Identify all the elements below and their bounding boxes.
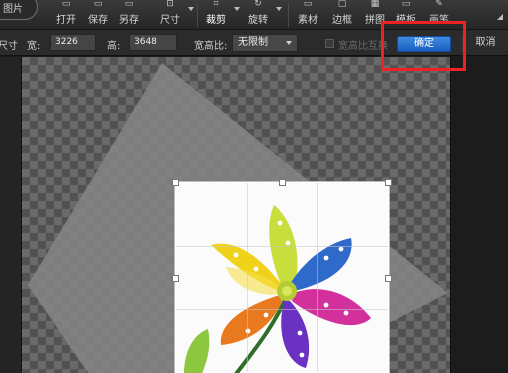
swap-ratio-checkbox[interactable] bbox=[325, 39, 334, 48]
ratio-label: 宽高比: bbox=[194, 41, 228, 52]
crop-selection[interactable] bbox=[172, 179, 392, 373]
material-icon: ▭ bbox=[303, 0, 313, 9]
save-as-icon: ▭ bbox=[124, 0, 134, 9]
save-as-label: 另存 bbox=[119, 15, 139, 26]
open-label: 打开 bbox=[56, 15, 76, 26]
confirm-button[interactable]: 确定 bbox=[397, 36, 451, 52]
rotate-icon: ↻ bbox=[254, 0, 262, 9]
swap-ratio-label: 宽高比互换 bbox=[338, 41, 388, 52]
template-button[interactable]: ▭ 模板 bbox=[393, 0, 419, 30]
resize-icon: ⊡ bbox=[166, 0, 174, 9]
canvas-workspace bbox=[0, 57, 508, 373]
brush-icon: ✎ bbox=[435, 0, 443, 9]
width-label: 宽: bbox=[27, 41, 41, 52]
rotate-label: 旋转 bbox=[248, 15, 268, 26]
save-button[interactable]: ▭ 保存 bbox=[85, 0, 111, 30]
app-menu-button[interactable]: 图片 bbox=[0, 0, 38, 20]
collage-icon: ▦ bbox=[370, 0, 380, 9]
brush-label: 画笔 bbox=[429, 15, 449, 26]
save-icon: ▭ bbox=[93, 0, 103, 9]
ratio-select[interactable]: 无限制 bbox=[232, 34, 298, 52]
collage-label: 拼图 bbox=[365, 15, 385, 26]
ratio-value: 无限制 bbox=[238, 37, 268, 48]
toolbar-divider bbox=[288, 3, 289, 27]
cancel-button[interactable]: 取消 bbox=[462, 36, 508, 52]
border-button[interactable]: ▢ 边框 bbox=[329, 0, 355, 30]
crop-button[interactable]: ⌗ 裁剪 bbox=[201, 0, 231, 30]
crop-dropdown-caret-icon[interactable] bbox=[234, 7, 240, 11]
right-panel bbox=[450, 57, 508, 373]
rotate-button[interactable]: ↻ 旋转 bbox=[245, 0, 271, 30]
crop-grid-line bbox=[176, 308, 388, 310]
material-label: 素材 bbox=[298, 15, 318, 26]
border-label: 边框 bbox=[332, 15, 352, 26]
toolbar-more-icon[interactable] bbox=[497, 14, 503, 20]
crop-grid-line bbox=[176, 245, 388, 247]
width-input[interactable]: 3226 bbox=[50, 34, 96, 51]
size-label: 尺寸 bbox=[0, 41, 18, 52]
collage-button[interactable]: ▦ 拼图 bbox=[362, 0, 388, 30]
open-button[interactable]: ▭ 打开 bbox=[53, 0, 79, 30]
crop-options-bar: 尺寸 宽: 3226 高: 3648 宽高比: 无限制 宽高比互换 确定 取消 bbox=[0, 30, 508, 56]
save-label: 保存 bbox=[88, 15, 108, 26]
resize-button[interactable]: ⊡ 尺寸 bbox=[157, 0, 183, 30]
toolbar-divider bbox=[197, 3, 198, 27]
height-label: 高: bbox=[107, 41, 121, 52]
rotate-dropdown-caret-icon[interactable] bbox=[276, 7, 282, 11]
crop-grid-line bbox=[246, 183, 248, 372]
crop-handle-right[interactable] bbox=[385, 275, 392, 282]
border-icon: ▢ bbox=[337, 0, 347, 9]
main-toolbar: 图片 ▭ 打开 ▭ 保存 ▭ 另存 ⊡ 尺寸 ⌗ 裁剪 ↻ 旋转 ▭ 素材 ▢ … bbox=[0, 0, 508, 30]
crop-label: 裁剪 bbox=[206, 15, 226, 26]
crop-icon: ⌗ bbox=[213, 0, 219, 9]
resize-dropdown-caret-icon[interactable] bbox=[188, 7, 194, 11]
crop-grid-line bbox=[317, 183, 319, 372]
pinwheel-image bbox=[184, 205, 371, 373]
template-icon: ▭ bbox=[401, 0, 411, 9]
crop-handle-top-left[interactable] bbox=[172, 179, 179, 186]
crop-handle-top[interactable] bbox=[279, 179, 286, 186]
chevron-down-icon bbox=[286, 41, 292, 45]
crop-handle-top-right[interactable] bbox=[385, 179, 392, 186]
brush-button[interactable]: ✎ 画笔 bbox=[426, 0, 452, 30]
material-button[interactable]: ▭ 素材 bbox=[295, 0, 321, 30]
height-input[interactable]: 3648 bbox=[129, 34, 177, 51]
save-as-button[interactable]: ▭ 另存 bbox=[116, 0, 142, 30]
app-menu-label: 图片 bbox=[3, 4, 23, 15]
template-label: 模板 bbox=[396, 15, 416, 26]
left-panel-strip bbox=[0, 57, 22, 373]
open-icon: ▭ bbox=[61, 0, 71, 9]
resize-label: 尺寸 bbox=[160, 15, 180, 26]
crop-handle-left[interactable] bbox=[172, 275, 179, 282]
